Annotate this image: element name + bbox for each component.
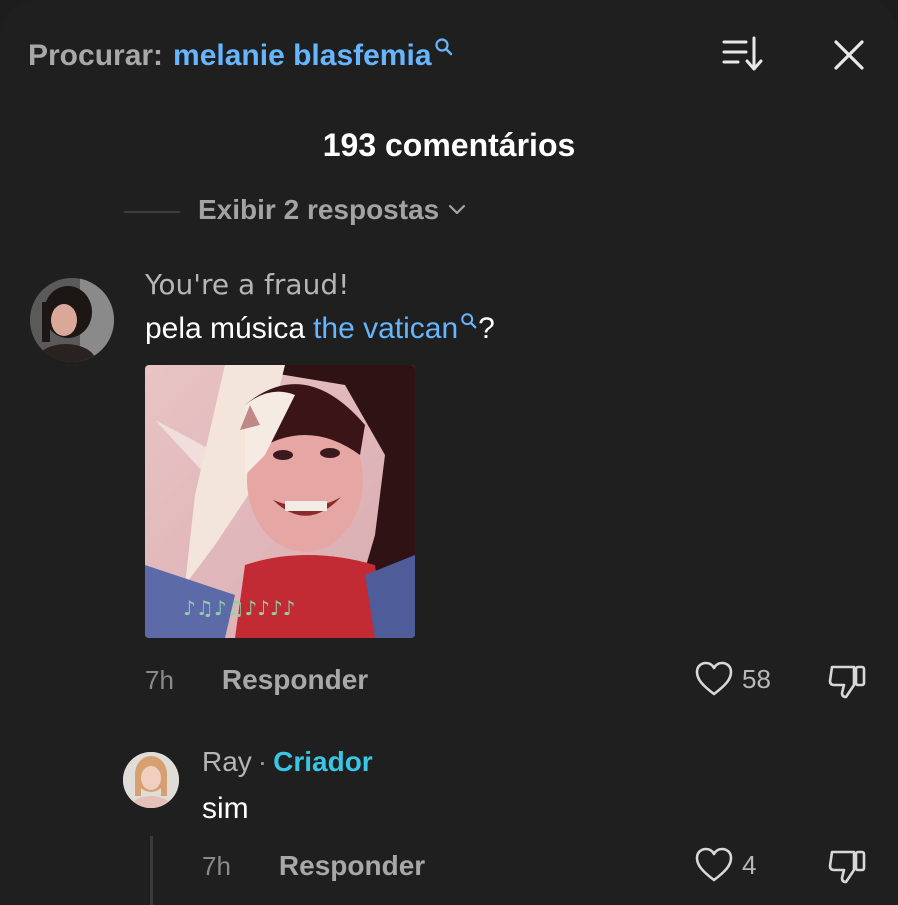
reply-time: 7h: [202, 850, 231, 881]
comment-username[interactable]: You're a fraud!: [145, 268, 349, 301]
chevron-down-icon: [449, 204, 466, 215]
like-count: 58: [742, 663, 771, 694]
heart-icon: [695, 661, 733, 696]
reply-author: Ray · Criador: [202, 746, 373, 778]
comment-gif-image[interactable]: ♪♫♪♫♪♪♪♪: [145, 365, 415, 638]
comment-meta-row: 7h Responder: [145, 664, 368, 696]
thread-line: [150, 836, 153, 905]
reply-meta-row: 7h Responder: [202, 850, 425, 882]
gif-illustration: ♪♫♪♫♪♪♪♪: [145, 365, 415, 638]
avatar[interactable]: [30, 278, 114, 362]
comment-time: 7h: [145, 664, 174, 695]
comments-sheet: Procurar: melanie blasfemia 193 comentár…: [0, 0, 898, 905]
avatar[interactable]: [123, 752, 179, 808]
comment-search-link[interactable]: the vatican: [313, 312, 458, 346]
creator-badge: Criador: [273, 746, 373, 777]
comment-text-part: ?: [478, 312, 495, 345]
thumbs-down-icon[interactable]: [826, 661, 868, 701]
reply-username[interactable]: Ray: [202, 746, 252, 778]
search-label: Procurar:: [28, 39, 164, 72]
heart-icon: [695, 847, 733, 882]
avatar-image: [123, 752, 179, 808]
replies-divider: [124, 211, 180, 213]
close-icon[interactable]: [828, 34, 870, 76]
like-count: 4: [742, 849, 757, 880]
reply-button[interactable]: Responder: [279, 850, 425, 882]
reply-text: sim: [202, 792, 249, 825]
svg-text:♪♫♪♫♪♪♪♪: ♪♫♪♫♪♪♪♪: [183, 596, 295, 620]
like-button[interactable]: 58: [694, 660, 771, 698]
search-icon: [434, 38, 452, 56]
reply-button[interactable]: Responder: [222, 664, 368, 696]
comments-count-title: 193 comentários: [322, 127, 576, 163]
sort-icon[interactable]: [720, 34, 766, 74]
view-replies-button[interactable]: Exibir 2 respostas: [198, 194, 467, 226]
avatar-image: [30, 278, 114, 362]
search-bar[interactable]: Procurar: melanie blasfemia: [28, 36, 454, 76]
search-query[interactable]: melanie blasfemia: [173, 39, 431, 73]
comment-text: pela música the vatican ?: [145, 312, 495, 346]
separator: ·: [257, 746, 268, 777]
search-icon: [461, 313, 477, 329]
view-replies-label: Exibir 2 respostas: [198, 194, 440, 225]
comment-text-part: pela música: [145, 312, 306, 345]
thumbs-down-icon[interactable]: [826, 846, 868, 886]
like-button[interactable]: 4: [694, 846, 756, 884]
